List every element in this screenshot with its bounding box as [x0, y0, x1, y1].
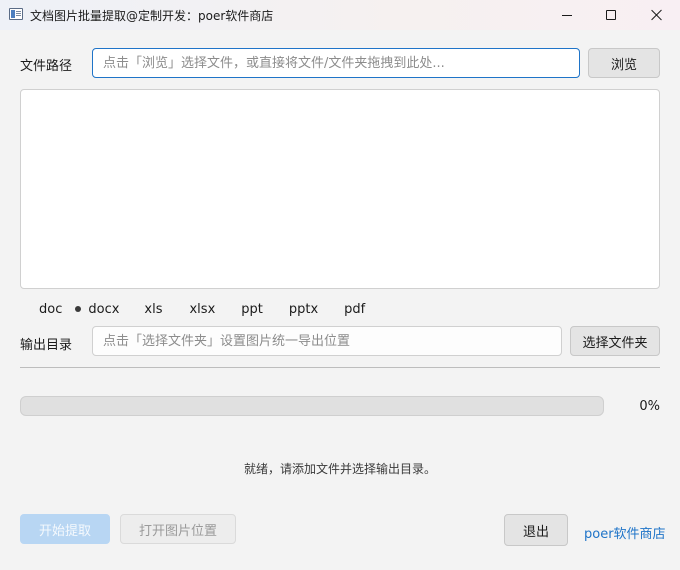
close-icon — [651, 9, 663, 21]
format-label: docx — [88, 301, 120, 317]
maximize-button[interactable] — [588, 0, 634, 30]
divider — [20, 367, 660, 368]
file-path-input[interactable] — [92, 48, 580, 78]
status-text: 就绪，请添加文件并选择输出目录。 — [243, 462, 436, 476]
exit-button[interactable]: 退出 — [504, 514, 568, 546]
progress-bar — [20, 396, 604, 416]
store-link[interactable]: poer软件商店 — [584, 523, 666, 542]
title-bar[interactable]: 文档图片批量提取@定制开发：poer软件商店 — [0, 0, 680, 30]
format-label: xlsx — [189, 301, 216, 317]
app-icon — [9, 8, 23, 20]
format-label: pdf — [344, 301, 366, 317]
maximize-icon — [606, 10, 616, 20]
format-doc: doc — [39, 302, 62, 317]
format-pdf: pdf — [344, 302, 365, 317]
output-dir-label: 输出目录 — [20, 338, 73, 353]
output-dir-input[interactable] — [92, 326, 562, 356]
format-pptx: pptx — [289, 302, 318, 317]
file-list[interactable] — [20, 89, 660, 289]
format-ppt: ppt — [241, 302, 263, 317]
format-label: doc — [39, 301, 63, 317]
close-button[interactable] — [634, 0, 680, 30]
choose-folder-button[interactable]: 选择文件夹 — [570, 326, 660, 356]
minimize-icon — [562, 14, 572, 16]
bullet-icon — [75, 306, 82, 312]
format-label: ppt — [241, 301, 263, 317]
start-extract-button[interactable]: 开始提取 — [20, 514, 110, 544]
file-path-label: 文件路径 — [20, 59, 73, 74]
format-label: pptx — [288, 301, 319, 317]
browse-button[interactable]: 浏览 — [588, 48, 660, 78]
format-xls: xls — [144, 302, 162, 317]
minimize-button[interactable] — [544, 0, 590, 30]
open-image-location-button[interactable]: 打开图片位置 — [120, 514, 236, 544]
format-docx: docx — [75, 302, 119, 317]
format-xlsx: xlsx — [189, 302, 215, 317]
supported-formats: doc docx xls xlsx ppt pptx pdf — [20, 300, 365, 318]
window-title: 文档图片批量提取@定制开发：poer软件商店 — [30, 9, 274, 23]
format-label: xls — [144, 301, 163, 317]
progress-percent: 0% — [639, 399, 660, 414]
